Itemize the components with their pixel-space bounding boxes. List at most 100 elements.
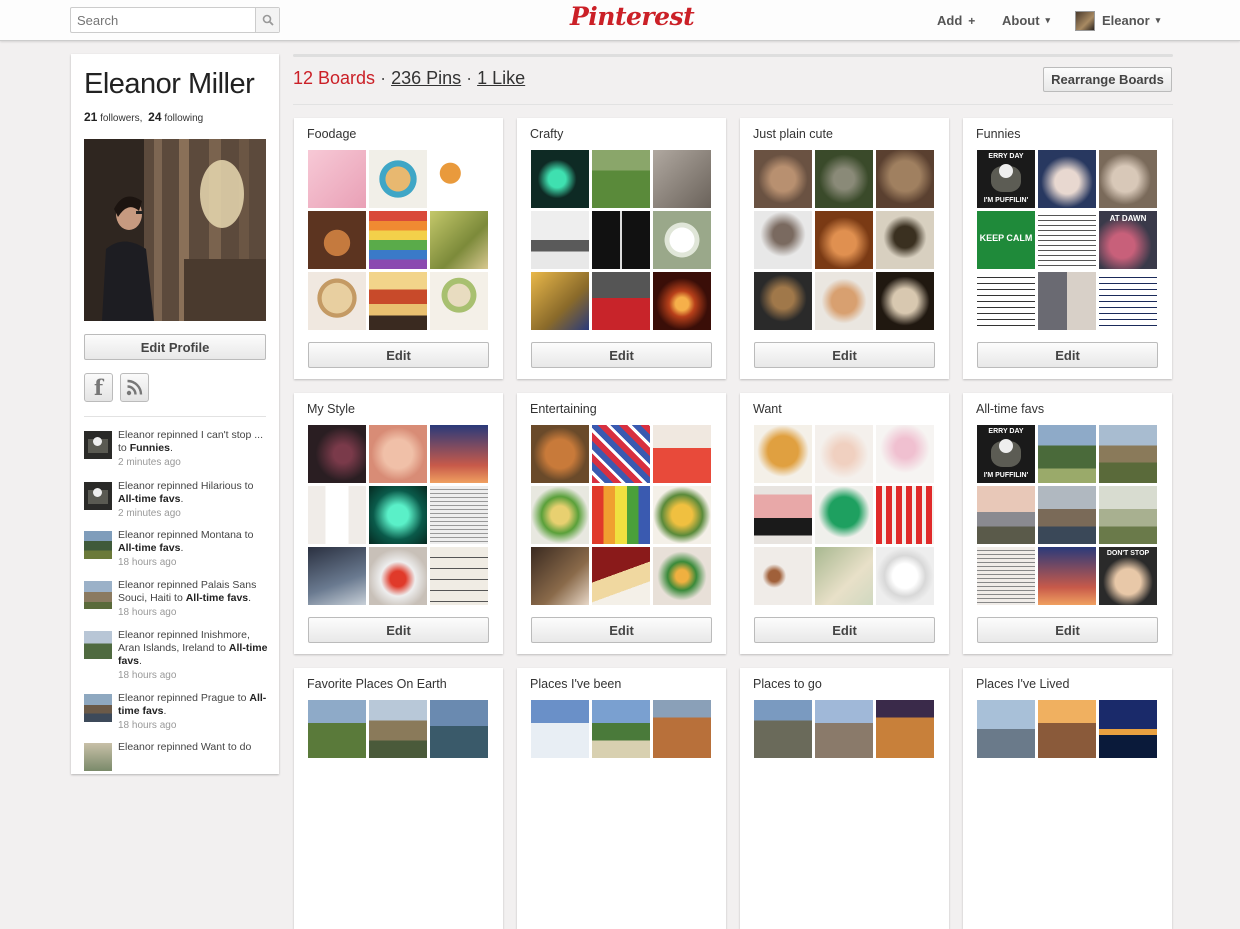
pin-thumbnail[interactable]: DON'T STOP xyxy=(1099,547,1157,605)
about-menu[interactable]: About ▾ xyxy=(1002,0,1050,41)
pin-thumbnail[interactable] xyxy=(531,150,589,208)
board-card[interactable]: All-time favs ERRY DAY I'M PUFFILIN' DON… xyxy=(963,393,1172,654)
followers-count[interactable]: 21 xyxy=(84,110,97,124)
pin-thumbnail[interactable] xyxy=(430,486,488,544)
pinterest-logo[interactable]: Pinterest xyxy=(570,2,695,31)
activity-board[interactable]: All-time favs xyxy=(118,542,180,554)
pin-thumbnail[interactable] xyxy=(754,425,812,483)
board-card[interactable]: Places to go xyxy=(740,668,949,929)
add-menu[interactable]: Add + xyxy=(937,0,975,41)
pin-thumbnail[interactable] xyxy=(592,150,650,208)
search-input[interactable] xyxy=(71,8,255,32)
pin-thumbnail[interactable]: KEEP CALM xyxy=(977,211,1035,269)
pin-thumbnail[interactable] xyxy=(592,425,650,483)
edit-board-button[interactable]: Edit xyxy=(531,617,712,643)
pin-thumbnail[interactable] xyxy=(430,547,488,605)
pin-thumbnail[interactable] xyxy=(653,486,711,544)
pin-thumbnail[interactable] xyxy=(1038,700,1096,758)
pin-thumbnail[interactable] xyxy=(815,547,873,605)
pin-thumbnail[interactable] xyxy=(308,486,366,544)
pin-thumbnail[interactable] xyxy=(369,150,427,208)
pin-thumbnail[interactable] xyxy=(977,547,1035,605)
activity-board[interactable]: Funnies xyxy=(130,442,170,454)
pin-thumbnail[interactable] xyxy=(977,272,1035,330)
followers-label[interactable]: followers, xyxy=(100,113,142,124)
pin-thumbnail[interactable] xyxy=(369,211,427,269)
edit-board-button[interactable]: Edit xyxy=(531,342,712,368)
facebook-link[interactable]: f xyxy=(84,373,113,402)
board-title[interactable]: My Style xyxy=(307,402,355,416)
pin-thumbnail[interactable] xyxy=(754,150,812,208)
pin-thumbnail[interactable] xyxy=(1038,425,1096,483)
pin-thumbnail[interactable] xyxy=(653,425,711,483)
pin-thumbnail[interactable] xyxy=(977,700,1035,758)
pin-thumbnail[interactable] xyxy=(977,486,1035,544)
pin-thumbnail[interactable] xyxy=(1099,425,1157,483)
pin-thumbnail[interactable] xyxy=(592,211,650,269)
pin-thumbnail[interactable] xyxy=(430,211,488,269)
pin-thumbnail[interactable] xyxy=(531,486,589,544)
board-card[interactable]: Favorite Places On Earth xyxy=(294,668,503,929)
edit-board-button[interactable]: Edit xyxy=(977,342,1158,368)
board-title[interactable]: Places I've been xyxy=(530,677,621,691)
activity-board[interactable]: All-time favs xyxy=(118,493,180,505)
pin-thumbnail[interactable] xyxy=(308,425,366,483)
pin-thumbnail[interactable] xyxy=(876,486,934,544)
pin-thumbnail[interactable] xyxy=(592,486,650,544)
pin-thumbnail[interactable] xyxy=(876,425,934,483)
pin-thumbnail[interactable] xyxy=(1038,150,1096,208)
pin-thumbnail[interactable] xyxy=(531,547,589,605)
user-menu[interactable]: Eleanor ▾ xyxy=(1075,0,1160,41)
pin-thumbnail[interactable]: ERRY DAY I'M PUFFILIN' xyxy=(977,150,1035,208)
pin-thumbnail[interactable] xyxy=(815,272,873,330)
pin-thumbnail[interactable] xyxy=(308,272,366,330)
edit-board-button[interactable]: Edit xyxy=(754,342,935,368)
pin-thumbnail[interactable] xyxy=(308,150,366,208)
board-title[interactable]: Crafty xyxy=(530,127,563,141)
pin-thumbnail[interactable] xyxy=(815,211,873,269)
pin-thumbnail[interactable] xyxy=(815,150,873,208)
pin-thumbnail[interactable] xyxy=(815,700,873,758)
pin-thumbnail[interactable] xyxy=(754,211,812,269)
pin-thumbnail[interactable] xyxy=(308,547,366,605)
pin-thumbnail[interactable] xyxy=(876,150,934,208)
likes-count[interactable]: 1 Like xyxy=(477,68,525,88)
pin-thumbnail[interactable]: AT DAWN xyxy=(1099,211,1157,269)
board-title[interactable]: Foodage xyxy=(307,127,356,141)
board-card[interactable]: Just plain cute Edit xyxy=(740,118,949,379)
pin-thumbnail[interactable] xyxy=(653,272,711,330)
pin-thumbnail[interactable]: ERRY DAY I'M PUFFILIN' xyxy=(977,425,1035,483)
pin-thumbnail[interactable] xyxy=(369,272,427,330)
pin-thumbnail[interactable] xyxy=(592,700,650,758)
edit-profile-button[interactable]: Edit Profile xyxy=(84,334,266,360)
board-title[interactable]: Favorite Places On Earth xyxy=(307,677,447,691)
board-card[interactable]: Places I've been xyxy=(517,668,726,929)
pin-thumbnail[interactable] xyxy=(531,211,589,269)
pin-thumbnail[interactable] xyxy=(754,486,812,544)
pin-thumbnail[interactable] xyxy=(876,547,934,605)
board-title[interactable]: Just plain cute xyxy=(753,127,833,141)
pin-thumbnail[interactable] xyxy=(876,272,934,330)
board-card[interactable]: Entertaining Edit xyxy=(517,393,726,654)
pin-thumbnail[interactable] xyxy=(1038,272,1096,330)
rearrange-boards-button[interactable]: Rearrange Boards xyxy=(1043,67,1172,92)
pin-thumbnail[interactable] xyxy=(1038,486,1096,544)
pin-thumbnail[interactable] xyxy=(430,272,488,330)
pin-thumbnail[interactable] xyxy=(369,486,427,544)
pin-thumbnail[interactable] xyxy=(369,700,427,758)
boards-count[interactable]: 12 Boards xyxy=(293,68,375,88)
pin-thumbnail[interactable] xyxy=(369,547,427,605)
board-card[interactable]: Want Edit xyxy=(740,393,949,654)
edit-board-button[interactable]: Edit xyxy=(754,617,935,643)
edit-board-button[interactable]: Edit xyxy=(977,617,1158,643)
edit-board-button[interactable]: Edit xyxy=(308,342,489,368)
pin-thumbnail[interactable] xyxy=(754,547,812,605)
pin-thumbnail[interactable] xyxy=(1038,547,1096,605)
board-title[interactable]: Places I've Lived xyxy=(976,677,1069,691)
board-card[interactable]: Foodage Edit xyxy=(294,118,503,379)
pin-thumbnail[interactable] xyxy=(308,700,366,758)
rss-link[interactable] xyxy=(120,373,149,402)
search-button[interactable] xyxy=(255,8,279,32)
board-title[interactable]: Want xyxy=(753,402,782,416)
pins-count[interactable]: 236 Pins xyxy=(391,68,461,88)
